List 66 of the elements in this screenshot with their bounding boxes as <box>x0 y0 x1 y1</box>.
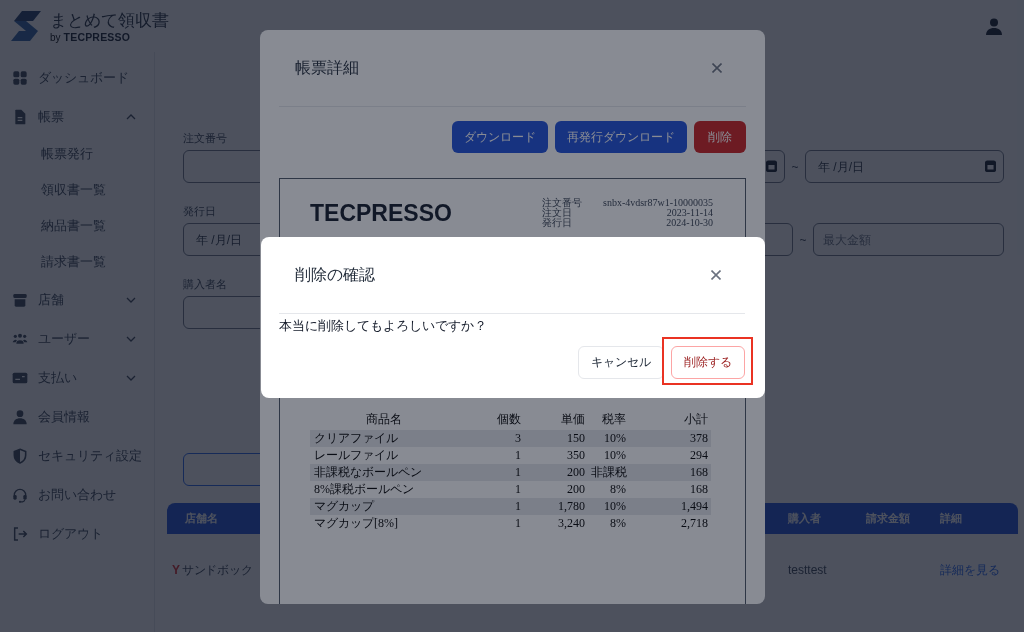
column-header: 小計 <box>629 408 711 430</box>
meta-value: snbx-4vdsr87w1-10000035 <box>603 198 713 208</box>
table-cell: 168 <box>629 481 711 498</box>
table-cell: 1 <box>458 498 524 515</box>
table-cell: 1 <box>458 447 524 464</box>
table-cell: 1 <box>458 515 524 532</box>
document-logo: TECPRESSO <box>310 199 452 227</box>
column-header: 商品名 <box>310 408 458 430</box>
delete-button[interactable]: 削除する <box>671 346 745 379</box>
table-cell: 200 <box>524 464 588 481</box>
table-cell: 3 <box>458 430 524 447</box>
table-cell: 非課税 <box>588 464 629 481</box>
meta-label: 注文番号 <box>542 198 582 208</box>
table-cell: マグカップ[8%] <box>310 515 458 532</box>
meta-value: 2023-11-14 <box>666 208 713 218</box>
meta-label: 注文日 <box>542 208 572 218</box>
store-icon <box>12 291 28 308</box>
table-cell: 1 <box>458 464 524 481</box>
table-cell: 1 <box>458 481 524 498</box>
table-cell: 2,718 <box>629 515 711 532</box>
close-icon[interactable] <box>711 270 721 280</box>
table-cell: レールファイル <box>310 447 458 464</box>
table-cell: マグカップ <box>310 498 458 515</box>
range-separator: ~ <box>790 159 800 174</box>
grid-icon <box>12 69 28 86</box>
download-button[interactable]: ダウンロード <box>452 121 548 153</box>
close-icon[interactable] <box>712 63 722 73</box>
calendar-icon <box>766 160 777 172</box>
table-cell: 150 <box>524 430 588 447</box>
table-cell: 378 <box>629 430 711 447</box>
range-separator: ~ <box>798 232 808 247</box>
calendar-icon <box>985 160 996 172</box>
column-header: 個数 <box>458 408 524 430</box>
table-cell: 200 <box>524 481 588 498</box>
table-cell: 294 <box>629 447 711 464</box>
table-cell: 10% <box>588 430 629 447</box>
table-cell: 1,494 <box>629 498 711 515</box>
table-cell: 8% <box>588 515 629 532</box>
table-cell: 10% <box>588 498 629 515</box>
logout-icon <box>12 525 28 542</box>
meta-value: 2024-10-30 <box>666 218 713 228</box>
delete-button[interactable]: 削除 <box>694 121 746 153</box>
table-cell: 10% <box>588 447 629 464</box>
column-header: 税率 <box>588 408 629 430</box>
logo-icon <box>10 10 42 42</box>
table-cell: 8%課税ボールペン <box>310 481 458 498</box>
company-name: TECPRESSO <box>63 30 131 43</box>
column-header: 単価 <box>524 408 588 430</box>
table-cell: クリアファイル <box>310 430 458 447</box>
table-cell: 168 <box>629 464 711 481</box>
cancel-button[interactable]: キャンセル <box>578 346 664 379</box>
table-cell: 3,240 <box>524 515 588 532</box>
shield-icon <box>12 447 28 464</box>
table-cell: 1,780 <box>524 498 588 515</box>
dialog-message: 本当に削除してもよろしいですか？ <box>279 318 488 334</box>
table-cell: 非課税なボールペン <box>310 464 458 481</box>
person-icon <box>12 408 28 425</box>
meta-label: 発行日 <box>542 218 572 228</box>
dialog-title: 削除の確認 <box>295 264 375 285</box>
user-icon[interactable] <box>986 17 1002 35</box>
document-icon <box>12 108 28 125</box>
table-cell: 8% <box>588 481 629 498</box>
headset-icon <box>12 486 28 503</box>
download-button[interactable]: 再発行ダウンロード <box>555 121 687 153</box>
table-cell: 350 <box>524 447 588 464</box>
modal-title: 帳票詳細 <box>295 57 359 78</box>
